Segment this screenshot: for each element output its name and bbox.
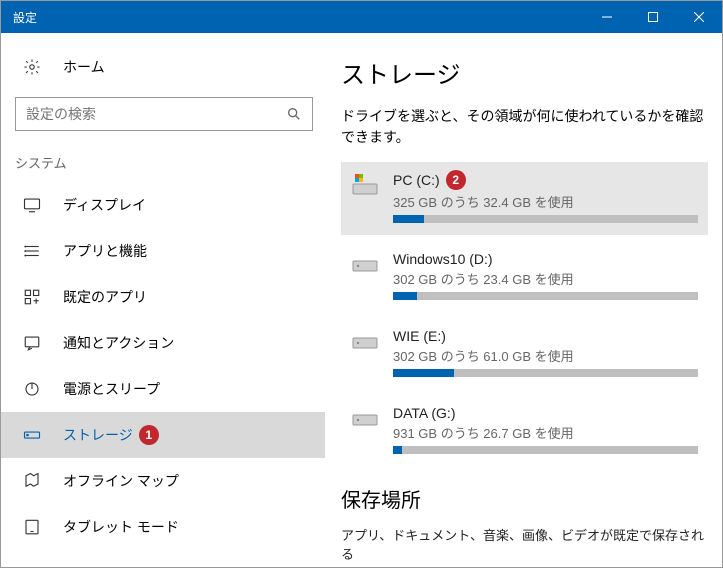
search-field[interactable] [26, 106, 286, 122]
window-title: 設定 [1, 9, 584, 26]
home-link[interactable]: ホーム [1, 51, 325, 91]
drive-usage-text: 302 GB のうち 23.4 GB を使用 [393, 269, 698, 288]
sidebar-item-label: 通知とアクション [63, 333, 174, 353]
search-icon [286, 106, 302, 122]
drive-usage-bar [393, 215, 698, 223]
drive-usage-bar [393, 369, 698, 377]
drive-name: WIE (E:) [393, 328, 698, 344]
annotation-badge-2: 2 [446, 170, 466, 190]
home-label: ホーム [63, 57, 105, 77]
close-button[interactable] [676, 1, 722, 33]
drive-icon [347, 405, 383, 454]
sidebar-item-map[interactable]: オフライン マップ [1, 458, 325, 504]
sidebar-item-label: ストレージ [63, 425, 133, 445]
titlebar: 設定 [1, 1, 722, 33]
category-label: システム [1, 153, 325, 182]
drive-item[interactable]: PC (C:)2 325 GB のうち 32.4 GB を使用 [341, 162, 708, 235]
drive-usage-bar [393, 446, 698, 454]
drive-icon [347, 170, 383, 223]
drive-usage-text: 931 GB のうち 26.7 GB を使用 [393, 423, 698, 442]
storage-icon [23, 426, 41, 444]
save-location-sub: アプリ、ドキュメント、音楽、画像、ビデオが既定で保存される [341, 525, 708, 563]
page-description: ドライブを選ぶと、その領域が何に使われているかを確認できます。 [341, 106, 708, 148]
drive-usage-bar [393, 292, 698, 300]
drive-item[interactable]: DATA (G:) 931 GB のうち 26.7 GB を使用 [341, 397, 708, 466]
minimize-button[interactable] [584, 1, 630, 33]
drive-icon [347, 328, 383, 377]
sidebar-item-apps[interactable]: アプリと機能 [1, 228, 325, 274]
drive-usage-text: 325 GB のうち 32.4 GB を使用 [393, 192, 698, 211]
drive-name: PC (C:)2 [393, 170, 698, 190]
display-icon [23, 196, 41, 214]
main-panel: ストレージ ドライブを選ぶと、その領域が何に使われているかを確認できます。 PC… [325, 33, 722, 569]
sidebar-item-tablet[interactable]: タブレット モード [1, 504, 325, 550]
sidebar-item-label: ディスプレイ [63, 195, 146, 215]
save-location-heading: 保存場所 [341, 484, 708, 513]
drive-name: DATA (G:) [393, 405, 698, 421]
sidebar-item-label: オフライン マップ [63, 471, 179, 491]
drive-icon [347, 251, 383, 300]
page-title: ストレージ [341, 55, 708, 90]
notifications-icon [23, 334, 41, 352]
sidebar-item-label: タブレット モード [63, 517, 179, 537]
sidebar-item-display[interactable]: ディスプレイ [1, 182, 325, 228]
tablet-icon [23, 518, 41, 536]
sidebar-item-notifications[interactable]: 通知とアクション [1, 320, 325, 366]
sidebar-item-storage[interactable]: ストレージ 1 [1, 412, 325, 458]
sidebar-item-label: 電源とスリープ [63, 379, 160, 399]
sidebar: ホーム システム ディスプレイアプリと機能既定のアプリ通知とアクション電源とスリ… [1, 33, 325, 569]
annotation-badge-1: 1 [139, 425, 159, 445]
maximize-button[interactable] [630, 1, 676, 33]
drive-item[interactable]: Windows10 (D:) 302 GB のうち 23.4 GB を使用 [341, 243, 708, 312]
drive-usage-text: 302 GB のうち 61.0 GB を使用 [393, 346, 698, 365]
power-icon [23, 380, 41, 398]
search-input[interactable] [15, 97, 313, 131]
sidebar-item-power[interactable]: 電源とスリープ [1, 366, 325, 412]
sidebar-item-defaults[interactable]: 既定のアプリ [1, 274, 325, 320]
defaults-icon [23, 288, 41, 306]
gear-icon [23, 58, 41, 76]
apps-icon [23, 242, 41, 260]
drive-name: Windows10 (D:) [393, 251, 698, 267]
sidebar-item-label: 既定のアプリ [63, 287, 147, 307]
sidebar-item-label: アプリと機能 [63, 241, 147, 261]
drive-item[interactable]: WIE (E:) 302 GB のうち 61.0 GB を使用 [341, 320, 708, 389]
map-icon [23, 472, 41, 490]
